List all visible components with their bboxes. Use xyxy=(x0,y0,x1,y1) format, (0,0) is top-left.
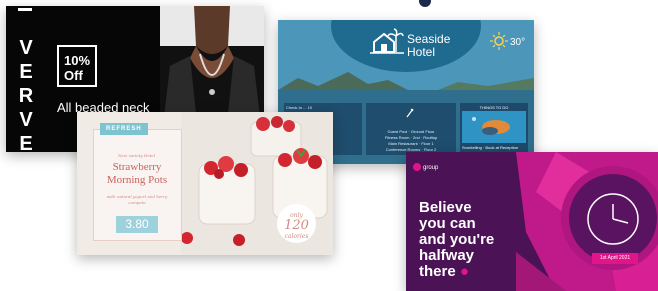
temperature: 30° xyxy=(510,37,526,48)
hotel-name: Seaside Hotel xyxy=(407,32,451,59)
diver-photo xyxy=(462,111,526,143)
hotel-logo-icon xyxy=(370,28,404,54)
sun-icon xyxy=(490,32,508,50)
refresh-ribbon: REFRESH xyxy=(100,123,148,135)
things-caption: Snorkelling · Book at Reception xyxy=(462,145,519,150)
menu-item-description: with natural yogurt and berry compote xyxy=(106,194,168,205)
clock-icon xyxy=(587,193,639,245)
group-logo-icon xyxy=(413,163,421,171)
motivational-headline: Believe you can and you're halfway there… xyxy=(419,199,495,280)
menu-item-title: Strawberry Morning Pots xyxy=(106,161,168,186)
calories-badge: only 120 calories xyxy=(277,204,316,243)
verve-brand-vertical: VERVE xyxy=(18,37,34,152)
discount-badge: 10% Off xyxy=(57,45,97,87)
top-dot-decoration xyxy=(419,0,431,7)
date-badge: 1st April 2021 xyxy=(592,253,638,264)
price-tag: 3.80 xyxy=(116,216,158,233)
menu-tagline: New variety Hotel xyxy=(118,153,156,158)
group-name: group xyxy=(423,165,439,171)
discount-percent: 10% xyxy=(64,53,91,68)
things-to-do-panel: THINGS TO DO Snorkelling · Book at Recep… xyxy=(460,103,528,155)
utensils-icon xyxy=(406,108,414,118)
motivational-group-card[interactable]: group Believe you can and you're halfway… xyxy=(406,152,658,291)
accent-dot: ● xyxy=(459,263,469,280)
discount-off: Off xyxy=(64,68,83,83)
strawberry-menu-card[interactable]: REFRESH New variety Hotel Strawberry Mor… xyxy=(77,112,333,255)
facilities-text: Guest Pool · Ground Floor Fitness Room ·… xyxy=(384,129,438,152)
brand-bar-decoration xyxy=(18,8,32,11)
